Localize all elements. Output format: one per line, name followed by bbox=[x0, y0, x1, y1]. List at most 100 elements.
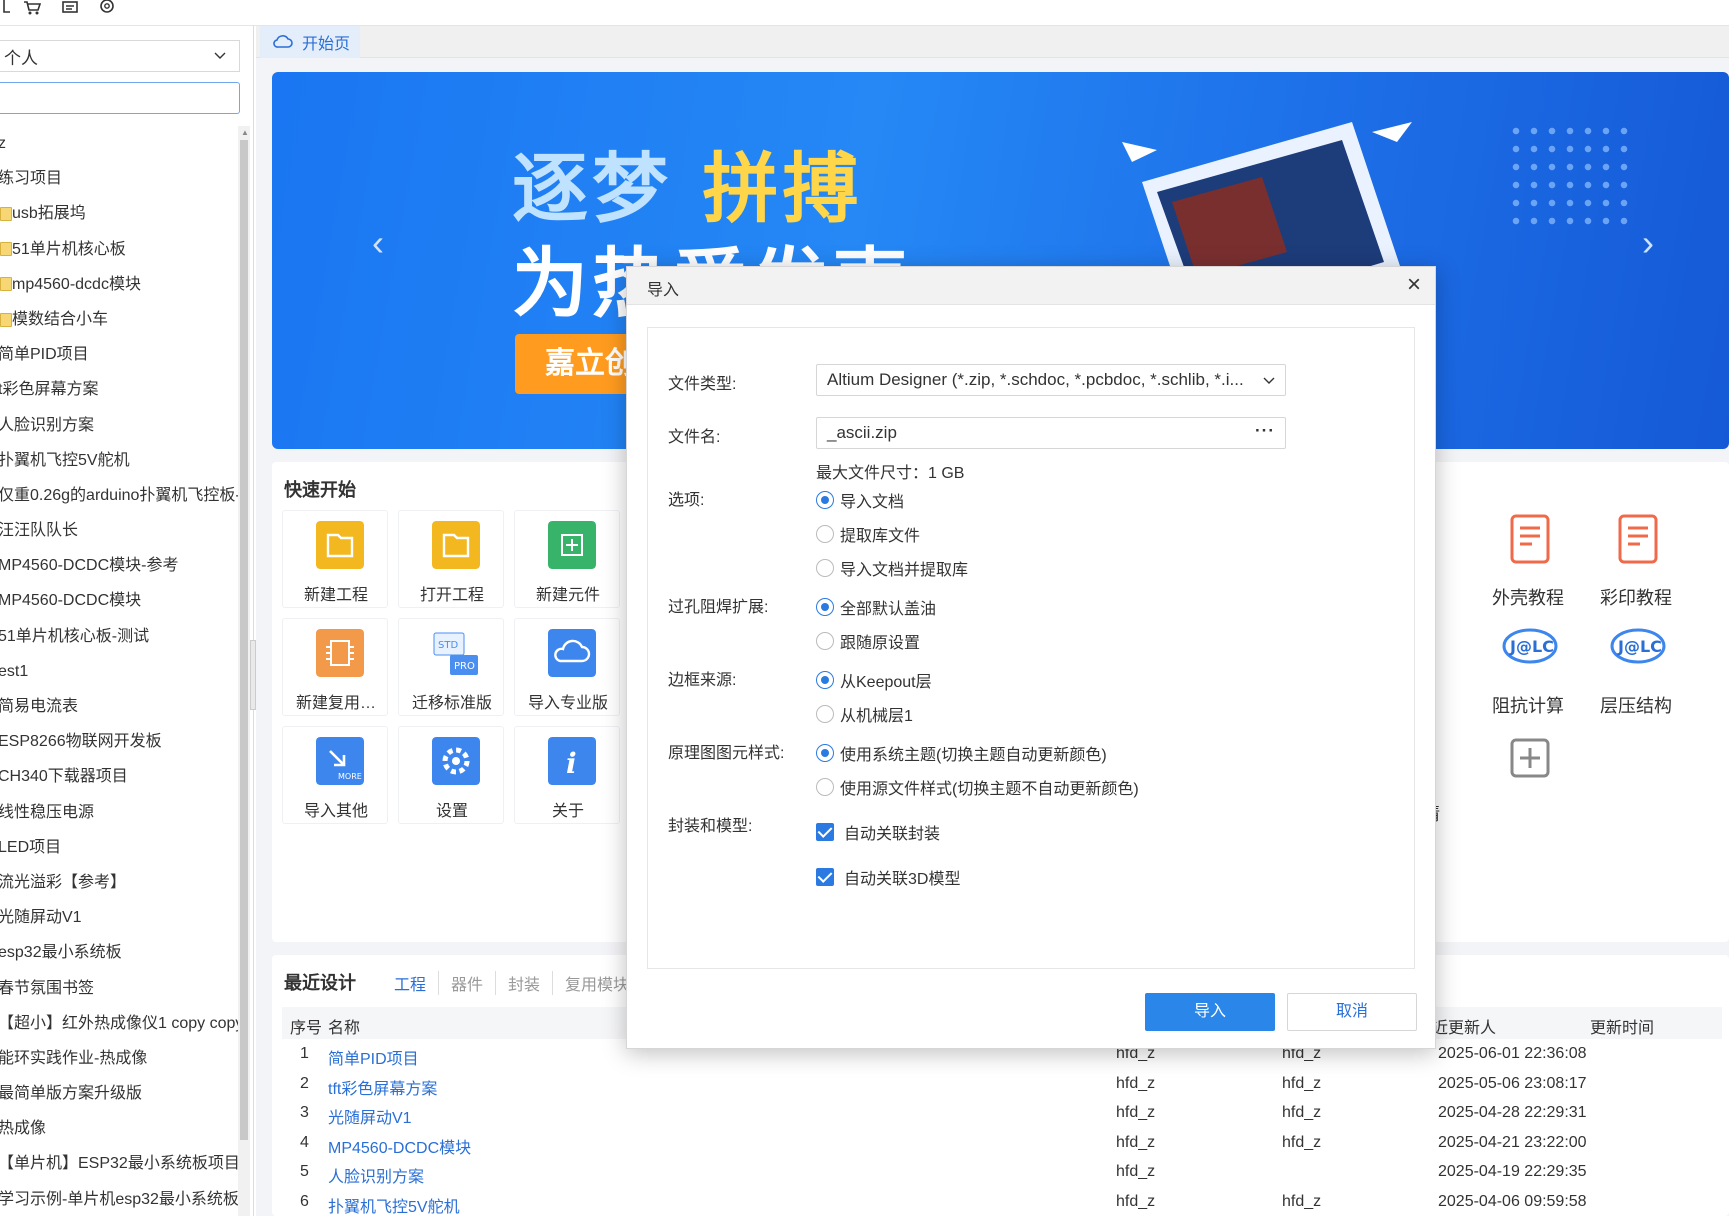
settings-tile[interactable]: 设置 bbox=[398, 726, 504, 824]
tree-item[interactable]: 汪汪队队长 bbox=[0, 513, 238, 548]
cell-updater: hfd_z bbox=[1282, 1192, 1322, 1210]
cell-name[interactable]: 人脸识别方案 bbox=[328, 1163, 424, 1187]
top-toolbar bbox=[0, 0, 1729, 26]
tree-item[interactable]: 扑翼机飞控5V舵机 bbox=[0, 443, 238, 478]
tree-item[interactable]: ESP8266物联网开发板 bbox=[0, 724, 238, 759]
tree-item[interactable]: 【超小】红外热成像仪1 copy copy bbox=[0, 1006, 238, 1041]
tree-item[interactable]: 最简单版方案升级版 bbox=[0, 1076, 238, 1111]
radio-label: 从Keepout层 bbox=[840, 674, 932, 691]
tree-item[interactable]: 简单PID项目 bbox=[0, 337, 238, 372]
impedance-tile[interactable]: J@LC 阻抗计算 bbox=[1478, 622, 1578, 722]
svg-text:J@LC: J@LC bbox=[1509, 637, 1554, 656]
col-updater: 近更新人 bbox=[1432, 1020, 1497, 1037]
gear-icon[interactable] bbox=[96, 0, 118, 16]
new-component-tile[interactable]: 新建元件 bbox=[514, 510, 620, 608]
tree-item[interactable]: 51单片机核心板-测试 bbox=[0, 619, 238, 654]
dialog-header: 导入 × bbox=[627, 267, 1435, 305]
close-icon[interactable]: × bbox=[1407, 271, 1421, 299]
tree-item[interactable]: 光随屏动V1 bbox=[0, 900, 238, 935]
tree-item[interactable]: 热成像 bbox=[0, 1111, 238, 1146]
tree-item-label: 春节氛围书签 bbox=[0, 979, 95, 997]
cell-name[interactable]: 扑翼机飞控5V舵机 bbox=[328, 1193, 460, 1217]
tree-item[interactable]: 51单片机核心板 bbox=[0, 232, 238, 267]
tab-start-page[interactable]: 开始页 bbox=[260, 26, 360, 58]
cart-icon[interactable] bbox=[22, 0, 44, 16]
radio-extract-lib[interactable]: 提取库文件 bbox=[816, 522, 920, 546]
migrate-std-tile[interactable]: STD PRO 迁移标准版 bbox=[398, 618, 504, 716]
scrollbar-thumb[interactable] bbox=[240, 140, 248, 1140]
import-pro-tile[interactable]: 导入专业版 bbox=[514, 618, 620, 716]
tree-item[interactable]: CH340下载器项目 bbox=[0, 759, 238, 794]
project-search-input[interactable] bbox=[0, 82, 240, 114]
tree-item[interactable]: 模数结合小车 bbox=[0, 302, 238, 337]
print-icon[interactable] bbox=[60, 0, 82, 16]
tree-item[interactable]: 【单片机】ESP32最小系统板项目 bbox=[0, 1146, 238, 1181]
banner-prev-icon[interactable]: ‹ bbox=[372, 222, 384, 264]
cell-name[interactable]: 光随屏动V1 bbox=[328, 1104, 412, 1128]
banner-next-icon[interactable]: › bbox=[1642, 222, 1654, 264]
cell-time: 2025-04-21 23:22:00 bbox=[1438, 1133, 1587, 1151]
about-tile[interactable]: i 关于 bbox=[514, 726, 620, 824]
tile-label: 关于 bbox=[551, 803, 584, 820]
tree-item[interactable]: z bbox=[0, 126, 238, 161]
new-reuse-tile[interactable]: 新建复用… bbox=[282, 618, 388, 716]
tree-item[interactable]: usb拓展坞 bbox=[0, 196, 238, 231]
radio-import-and-extract[interactable]: 导入文档并提取库 bbox=[816, 556, 968, 580]
board-outline-label: 边框来源: bbox=[668, 672, 737, 689]
add-tile[interactable] bbox=[1478, 730, 1578, 830]
tree-item[interactable]: 春节氛围书签 bbox=[0, 971, 238, 1006]
scroll-up-arrow-icon[interactable]: ▲ bbox=[241, 128, 249, 137]
table-row[interactable]: 2 tft彩色屏幕方案 hfd_z hfd_z 2025-05-06 23:08:17 bbox=[282, 1069, 1722, 1101]
cell-name[interactable]: tft彩色屏幕方案 bbox=[328, 1075, 437, 1099]
open-project-tile[interactable]: 打开工程 bbox=[398, 510, 504, 608]
tree-item[interactable]: MP4560-DCDC模块-参考 bbox=[0, 548, 238, 583]
radio-from-keepout[interactable]: 从Keepout层 bbox=[816, 668, 932, 692]
tree-item[interactable]: mp4560-dcdc模块 bbox=[0, 267, 238, 302]
radio-from-mechanical1[interactable]: 从机械层1 bbox=[816, 702, 913, 726]
tree-item[interactable]: t彩色屏幕方案 bbox=[0, 372, 238, 407]
cancel-button[interactable]: 取消 bbox=[1287, 993, 1417, 1031]
recent-tab-projects[interactable]: 工程 bbox=[394, 971, 440, 995]
new-project-tile[interactable]: 新建工程 bbox=[282, 510, 388, 608]
sidebar-scrollbar[interactable]: ▲ bbox=[238, 126, 250, 1216]
checkbox-auto-footprint[interactable]: 自动关联封装 bbox=[816, 820, 940, 844]
radio-import-doc[interactable]: 导入文档 bbox=[816, 488, 904, 512]
recent-tab-devices[interactable]: 器件 bbox=[439, 971, 497, 995]
tree-item[interactable]: 仅重0.26g的arduino扑翼机飞控板- bbox=[0, 478, 238, 513]
tree-item[interactable]: 学习示例-单片机esp32最小系统板 bbox=[0, 1182, 238, 1216]
tree-item[interactable]: 简易电流表 bbox=[0, 689, 238, 724]
tree-item[interactable]: 人脸识别方案 bbox=[0, 408, 238, 443]
file-type-select[interactable]: Altium Designer (*.zip, *.schdoc, *.pcbd… bbox=[816, 364, 1286, 396]
radio-via-default-tented[interactable]: 全部默认盖油 bbox=[816, 595, 936, 619]
team-select[interactable]: 个人 bbox=[0, 40, 240, 72]
radio-system-theme[interactable]: 使用系统主题(切换主题自动更新颜色) bbox=[816, 741, 1107, 765]
tile-label: 打开工程 bbox=[419, 587, 484, 604]
table-row[interactable]: 6 扑翼机飞控5V舵机 hfd_z hfd_z 2025-04-06 09:59:58 bbox=[282, 1187, 1722, 1219]
cell-owner: hfd_z bbox=[1116, 1104, 1156, 1121]
shell-tutorial-tile[interactable]: 外壳教程 bbox=[1478, 514, 1578, 614]
table-row[interactable]: 5 人脸识别方案 hfd_z 2025-04-19 22:29:35 bbox=[282, 1157, 1722, 1189]
radio-source-style[interactable]: 使用源文件样式(切换主题不自动更新颜色) bbox=[816, 775, 1139, 799]
stackup-tile[interactable]: J@LC 层压结构 bbox=[1586, 622, 1686, 722]
tree-item[interactable]: 能环实践作业-热成像 bbox=[0, 1041, 238, 1076]
color-print-tutorial-tile[interactable]: 彩印教程 bbox=[1586, 514, 1686, 614]
tree-item[interactable]: MP4560-DCDC模块 bbox=[0, 583, 238, 618]
tree-item[interactable]: 流光溢彩【参考】 bbox=[0, 865, 238, 900]
tree-item[interactable]: 线性稳压电源 bbox=[0, 795, 238, 830]
tree-item[interactable]: est1 bbox=[0, 654, 238, 689]
browse-button[interactable]: ··· bbox=[1255, 416, 1275, 446]
radio-via-follow-source[interactable]: 跟随原设置 bbox=[816, 629, 920, 653]
cell-name[interactable]: MP4560-DCDC模块 bbox=[328, 1134, 471, 1158]
recent-tab-footprints[interactable]: 封装 bbox=[496, 971, 554, 995]
table-row[interactable]: 3 光随屏动V1 hfd_z hfd_z 2025-04-28 22:29:31 bbox=[282, 1098, 1722, 1130]
import-button[interactable]: 导入 bbox=[1145, 993, 1275, 1031]
tree-item[interactable]: 练习项目 bbox=[0, 161, 238, 196]
file-icon[interactable] bbox=[2, 0, 24, 16]
file-name-input[interactable]: _ascii.zip ··· bbox=[816, 417, 1286, 449]
tree-item[interactable]: esp32最小系统板 bbox=[0, 935, 238, 970]
import-more-tile[interactable]: MORE 导入其他 bbox=[282, 726, 388, 824]
tree-item[interactable]: LED项目 bbox=[0, 830, 238, 865]
checkbox-auto-3d-model[interactable]: 自动关联3D模型 bbox=[816, 865, 960, 889]
table-row[interactable]: 4 MP4560-DCDC模块 hfd_z hfd_z 2025-04-21 23:22… bbox=[282, 1128, 1722, 1160]
cell-name[interactable]: 简单PID项目 bbox=[328, 1045, 419, 1069]
